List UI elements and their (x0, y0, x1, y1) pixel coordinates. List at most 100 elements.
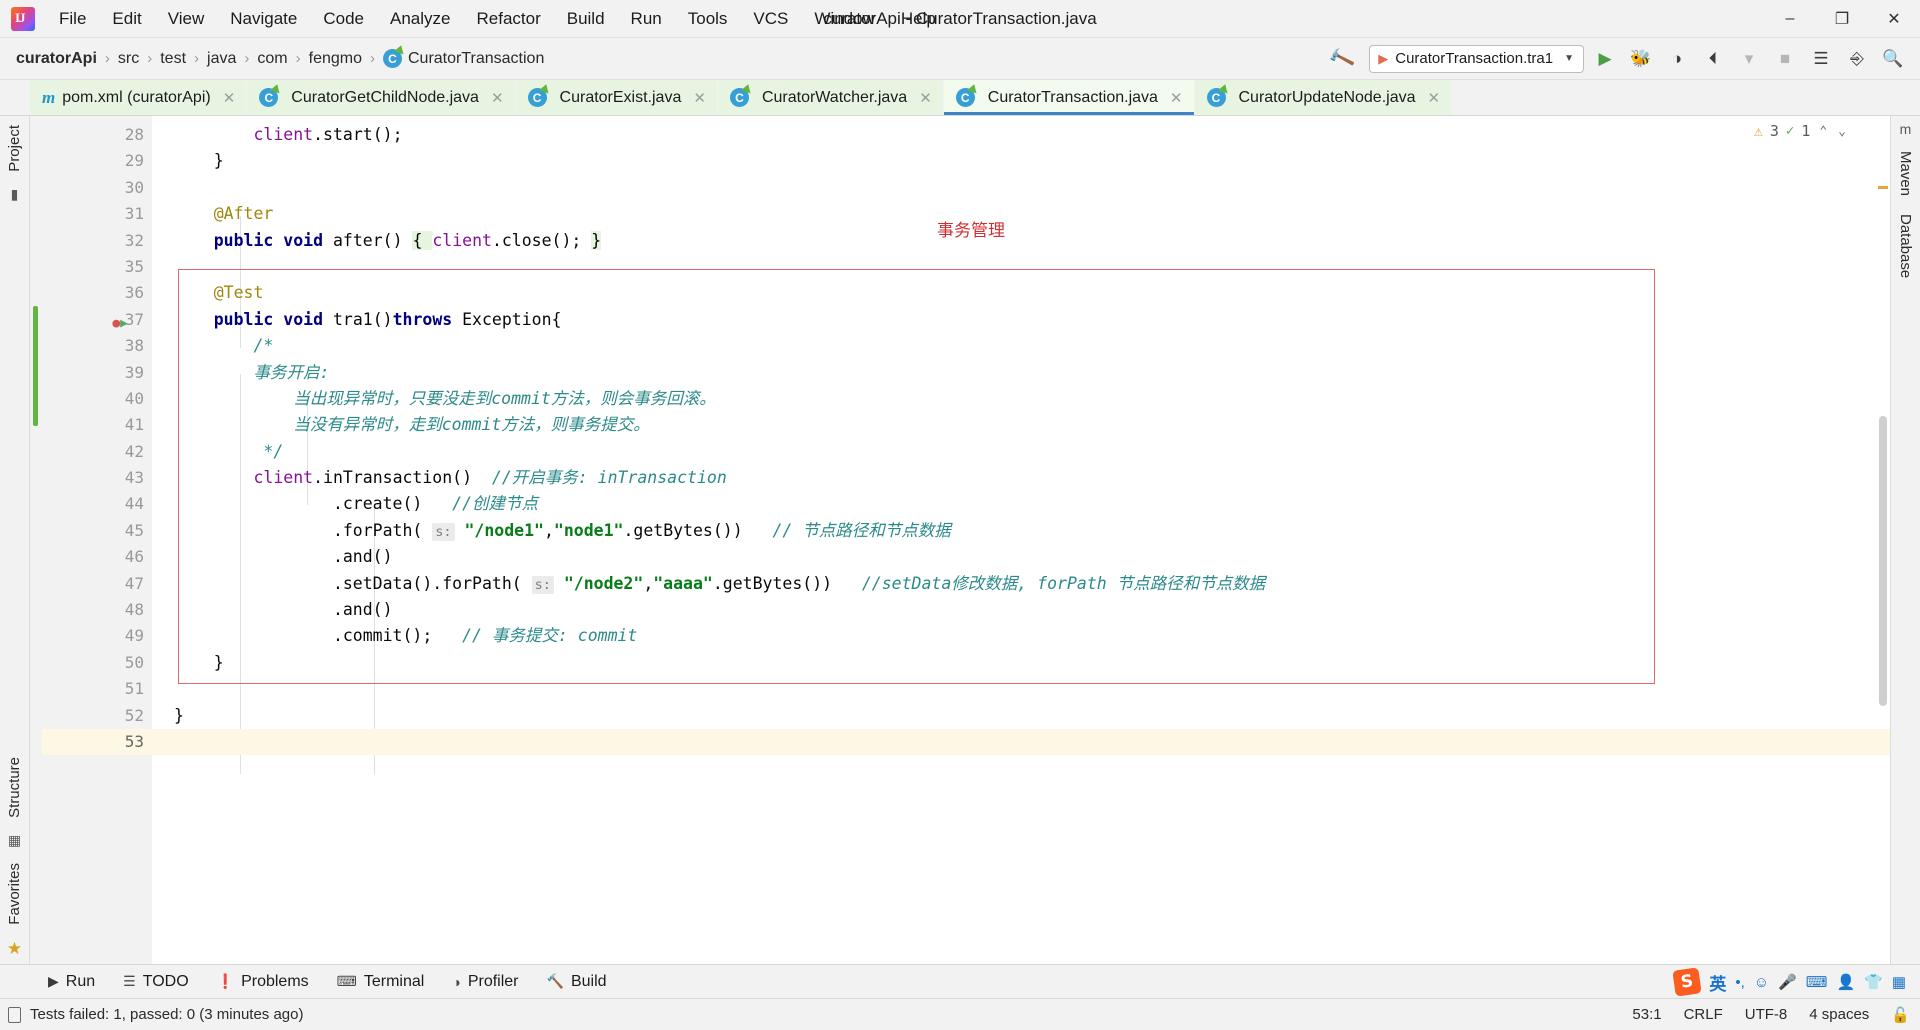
code-line[interactable]: .commit(); // 事务提交: commit (152, 623, 1890, 649)
chinese-english-toggle[interactable]: 英 (1709, 970, 1726, 995)
tool-build[interactable]: 🔨 Build (533, 965, 621, 998)
keyboard-icon[interactable]: ⌨ (1806, 973, 1828, 991)
sidebar-item-maven[interactable]: Maven (1897, 142, 1914, 205)
line-number[interactable]: 35 (42, 254, 152, 280)
line-separator[interactable]: CRLF (1684, 1006, 1723, 1023)
debug-button[interactable]: 🐝 (1626, 45, 1656, 73)
toolbox-icon[interactable]: ▦ (1892, 973, 1906, 991)
close-icon[interactable]: ✕ (693, 89, 706, 107)
tool-problems[interactable]: ❗ Problems (203, 965, 323, 998)
line-number[interactable]: 39 (42, 360, 152, 386)
star-icon[interactable]: ★ (7, 934, 22, 964)
build-hammer-icon[interactable]: 🔨 (1317, 40, 1366, 77)
line-number[interactable]: 32+ (42, 228, 170, 254)
run-button[interactable]: ▶ (1590, 45, 1620, 73)
breadcrumb-item-test[interactable]: test (160, 50, 186, 68)
tool-terminal[interactable]: ⌨ Terminal (323, 965, 439, 998)
tab-curator-exist[interactable]: C CuratorExist.java ✕ (515, 80, 718, 115)
structure-icon[interactable]: ▦ (8, 827, 21, 854)
menu-view[interactable]: View (155, 0, 218, 37)
tab-curator-update-node[interactable]: C CuratorUpdateNode.java ✕ (1194, 80, 1453, 115)
code-line[interactable]: } (152, 650, 1890, 676)
menu-code[interactable]: Code (310, 0, 377, 37)
line-number[interactable]: 48 (42, 597, 152, 623)
line-number[interactable]: 37●▶– (42, 307, 170, 333)
lock-icon[interactable]: 🔓 (1891, 1006, 1910, 1024)
menu-analyze[interactable]: Analyze (377, 0, 463, 37)
code-line[interactable]: .setData().forPath( s: "/node2","aaaa".g… (152, 571, 1890, 597)
close-icon[interactable]: ✕ (491, 89, 504, 107)
maven-tool-icon[interactable]: m (1900, 116, 1912, 142)
close-icon[interactable]: ✕ (1170, 89, 1183, 107)
menu-edit[interactable]: Edit (99, 0, 154, 37)
code-line[interactable]: 当出现异常时，只要没走到commit方法，则会事务回滚。 (152, 386, 1890, 412)
tab-curator-watcher[interactable]: C CuratorWatcher.java ✕ (717, 80, 944, 115)
code-line[interactable]: .create() //创建节点 (152, 491, 1890, 517)
menu-refactor[interactable]: Refactor (463, 0, 553, 37)
code-line[interactable]: 当没有异常时，走到commit方法，则事务提交。 (152, 412, 1890, 438)
code-line[interactable]: 事务开启: (152, 360, 1890, 386)
close-icon[interactable]: ✕ (919, 89, 932, 107)
line-number[interactable]: 46 (42, 544, 152, 570)
breadcrumb-item-class[interactable]: C CuratorTransaction (383, 49, 544, 68)
run-with-coverage-button[interactable]: ◑ (1662, 45, 1692, 73)
menu-run[interactable]: Run (618, 0, 675, 37)
menu-tools[interactable]: Tools (675, 0, 741, 37)
indent-setting[interactable]: 4 spaces (1809, 1006, 1869, 1023)
code-line[interactable]: .forPath( s: "/node1","node1".getBytes()… (152, 518, 1890, 544)
code-line[interactable]: client.start(); (152, 122, 1890, 148)
code-editor-text[interactable]: 事务管理 ⚠ 3 ✓ 1 ⌃ ⌄ client.start(); } @Afte… (152, 116, 1890, 964)
tab-curator-transaction[interactable]: C CuratorTransaction.java ✕ (943, 80, 1195, 115)
sidebar-item-favorites[interactable]: Favorites (6, 854, 23, 934)
microphone-icon[interactable]: 🎤 (1778, 973, 1797, 991)
tool-profiler[interactable]: ◑ Profiler (438, 965, 532, 998)
profile-dropdown-icon[interactable]: ▾ (1734, 45, 1764, 73)
close-icon[interactable]: ✕ (1428, 89, 1441, 107)
code-line[interactable]: @After (152, 201, 1890, 227)
line-number[interactable]: 38– (42, 333, 170, 359)
emoji-icon[interactable]: ☺ (1754, 974, 1769, 991)
breadcrumb-item-fengmo[interactable]: fengmo (309, 50, 362, 68)
maximize-button[interactable]: ❐ (1816, 0, 1868, 37)
line-number[interactable]: 30 (42, 175, 152, 201)
line-number[interactable]: 51 (42, 676, 152, 702)
line-number[interactable]: 31 (42, 201, 152, 227)
breadcrumb-item-src[interactable]: src (118, 50, 139, 68)
minimize-button[interactable]: – (1764, 0, 1816, 37)
skin-icon[interactable]: 👕 (1864, 973, 1883, 991)
open-terminal-icon[interactable]: ⎆ (1842, 45, 1872, 73)
code-line[interactable]: /* (152, 333, 1890, 359)
menu-vcs[interactable]: VCS (740, 0, 801, 37)
profile-button[interactable]: ⏴ (1698, 45, 1728, 73)
line-number[interactable]: 36 (42, 280, 152, 306)
vcs-update-icon[interactable]: ☰ (1806, 45, 1836, 73)
menu-window[interactable]: Window (801, 0, 887, 37)
code-line[interactable]: } (152, 148, 1890, 174)
user-icon[interactable]: 👤 (1836, 973, 1855, 991)
line-number[interactable]: 29– (42, 148, 170, 174)
line-number[interactable]: 52 (42, 703, 152, 729)
code-line[interactable]: public void tra1()throws Exception{ (152, 307, 1890, 333)
line-number[interactable]: 44 (42, 491, 152, 517)
tab-curator-get-child-node[interactable]: C CuratorGetChildNode.java ✕ (247, 80, 516, 115)
line-number[interactable]: 53 (42, 728, 152, 756)
line-number[interactable]: 47 (42, 571, 152, 597)
line-number[interactable]: 49 (42, 623, 152, 649)
tool-run[interactable]: ▶ Run (34, 965, 109, 998)
line-number[interactable]: 28 (42, 122, 152, 148)
menu-help[interactable]: Help (888, 0, 949, 37)
code-line[interactable]: */ (152, 439, 1890, 465)
code-line[interactable] (152, 254, 1890, 280)
close-icon[interactable]: ✕ (223, 89, 236, 107)
line-number[interactable]: 42 (42, 439, 152, 465)
breadcrumb-item-com[interactable]: com (257, 50, 287, 68)
menu-navigate[interactable]: Navigate (217, 0, 310, 37)
code-line[interactable] (152, 728, 1890, 756)
punctuation-toggle[interactable]: •, (1735, 974, 1744, 991)
code-line[interactable]: public void after() { client.close(); } (152, 228, 1890, 254)
code-line[interactable]: client.inTransaction() //开启事务: inTransac… (152, 465, 1890, 491)
caret-position[interactable]: 53:1 (1632, 1006, 1661, 1023)
line-number-gutter[interactable]: 2829–303132+353637●▶–38–3940414243+44454… (42, 116, 170, 964)
search-icon[interactable]: 🔍 (1878, 45, 1908, 73)
menu-build[interactable]: Build (554, 0, 618, 37)
